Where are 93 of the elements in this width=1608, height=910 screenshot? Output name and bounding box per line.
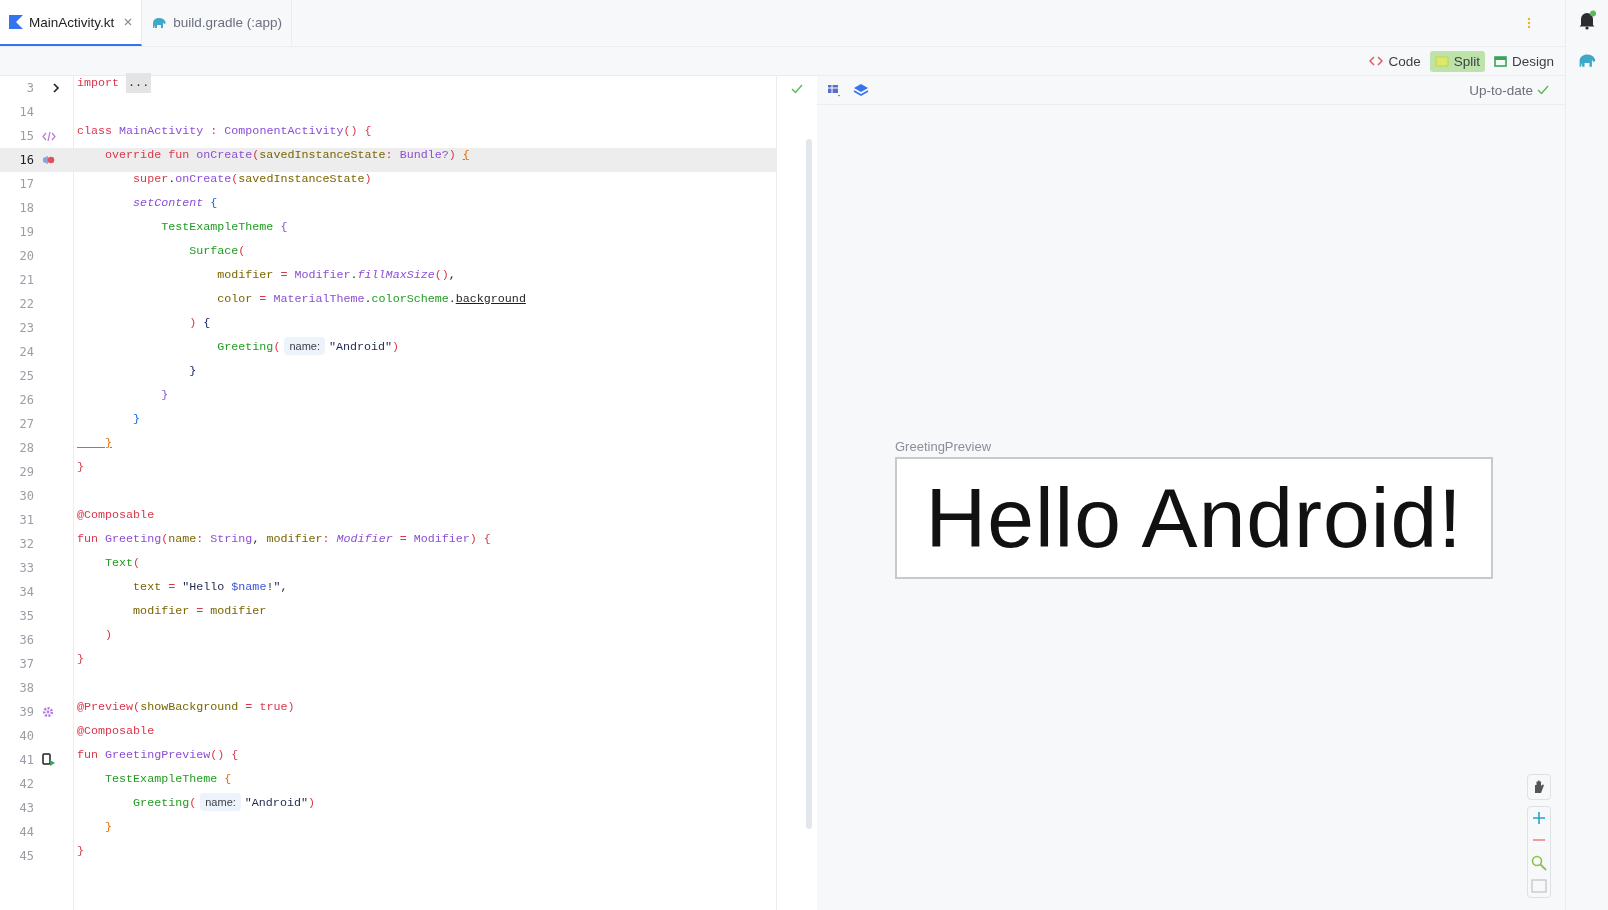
line-number: 18 bbox=[18, 201, 34, 215]
line-number: 30 bbox=[18, 489, 34, 503]
code-line: } bbox=[104, 820, 114, 836]
elephant-icon[interactable] bbox=[1577, 52, 1597, 68]
design-view-icon bbox=[1493, 55, 1507, 67]
line-number: 25 bbox=[18, 369, 34, 383]
code-line: class MainActivity : ComponentActivity() { bbox=[76, 124, 373, 140]
code-line: color = MaterialTheme.colorScheme.background bbox=[216, 292, 527, 308]
tab-label: build.gradle (:app) bbox=[173, 14, 283, 30]
grid-layout-icon[interactable] bbox=[827, 83, 841, 97]
line-number: 33 bbox=[18, 561, 34, 575]
line-number: 34 bbox=[18, 585, 34, 599]
split-view-icon bbox=[1434, 55, 1449, 67]
line-number: 41 bbox=[18, 753, 34, 767]
line-number: 24 bbox=[18, 345, 34, 359]
override-marker-icon[interactable] bbox=[42, 154, 55, 166]
code-line: } bbox=[104, 436, 114, 452]
preview-status: Up-to-date bbox=[1469, 82, 1533, 98]
kotlin-file-icon bbox=[9, 15, 23, 29]
code-line: } bbox=[132, 412, 142, 428]
zoom-to-fit-icon[interactable] bbox=[1531, 855, 1547, 871]
code-line: TestExampleTheme { bbox=[160, 220, 289, 236]
code-line: text = "Hello $name!", bbox=[132, 580, 289, 596]
line-number: 22 bbox=[18, 297, 34, 311]
code-line: Text( bbox=[104, 556, 142, 572]
code-line: fun Greeting(name: String, modifier: Modifier = Modifier) { bbox=[76, 532, 492, 548]
check-icon bbox=[1537, 85, 1549, 95]
zoom-in-icon[interactable] bbox=[1532, 811, 1546, 825]
line-number: 26 bbox=[18, 393, 34, 407]
code-line: } bbox=[76, 460, 85, 476]
editor-tab[interactable]: build.gradle (:app) bbox=[142, 0, 293, 46]
line-number: 37 bbox=[18, 657, 34, 671]
line-number: 14 bbox=[18, 105, 34, 119]
check-icon[interactable] bbox=[791, 84, 803, 94]
code-line: @Composable bbox=[76, 508, 156, 524]
line-number: 39 bbox=[18, 705, 34, 719]
line-number: 23 bbox=[18, 321, 34, 335]
line-number: 40 bbox=[18, 729, 34, 743]
code-line: modifier = Modifier.fillMaxSize(), bbox=[216, 268, 457, 284]
code-line: } bbox=[188, 364, 198, 380]
editor-tab[interactable]: MainActivity.kt bbox=[0, 0, 143, 46]
line-number: 36 bbox=[18, 633, 34, 647]
code-line: import ... bbox=[74, 76, 776, 100]
code-line: modifier = modifier bbox=[132, 604, 268, 620]
view-mode-toggle[interactable]: Code bbox=[1364, 50, 1426, 72]
close-icon[interactable] bbox=[124, 18, 133, 26]
line-number: 42 bbox=[18, 777, 34, 791]
code-line: super.onCreate(savedInstanceState) bbox=[132, 172, 373, 188]
line-number: 44 bbox=[18, 825, 34, 839]
line-number: 27 bbox=[18, 417, 34, 431]
preview-title: GreetingPreview bbox=[895, 439, 993, 454]
code-line: ) { bbox=[188, 316, 212, 332]
code-line: Greeting( name: "Android") bbox=[74, 340, 776, 364]
line-number: 19 bbox=[18, 225, 34, 239]
line-number: 29 bbox=[18, 465, 34, 479]
tab-label: MainActivity.kt bbox=[29, 14, 115, 30]
chevron-right-icon[interactable] bbox=[52, 83, 60, 93]
run-preview-icon[interactable] bbox=[42, 753, 56, 767]
code-line: setContent { bbox=[132, 196, 219, 212]
elephant-icon bbox=[151, 15, 168, 29]
scrollbar-thumb[interactable] bbox=[806, 139, 812, 829]
line-number: 21 bbox=[18, 273, 34, 287]
code-line: fun GreetingPreview() { bbox=[76, 748, 240, 764]
code-line: Surface( bbox=[188, 244, 247, 260]
code-brackets-icon bbox=[1369, 56, 1384, 66]
line-number: 43 bbox=[18, 801, 34, 815]
code-line: @Composable bbox=[76, 724, 156, 740]
line-number: 28 bbox=[18, 441, 34, 455]
line-number: 20 bbox=[18, 249, 34, 263]
line-number: 38 bbox=[18, 681, 34, 695]
code-line: } bbox=[160, 388, 170, 404]
preview-render: Hello Android! bbox=[895, 457, 1493, 579]
line-number: 31 bbox=[18, 513, 34, 527]
line-number: 15 bbox=[18, 129, 34, 143]
code-line: TestExampleTheme { bbox=[104, 772, 233, 788]
code-line: ) bbox=[104, 628, 114, 644]
gear-icon[interactable] bbox=[42, 706, 54, 718]
code-line: Greeting( name: "Android") bbox=[74, 796, 776, 820]
code-line: } bbox=[76, 844, 85, 860]
layers-icon[interactable] bbox=[853, 82, 870, 98]
bell-icon[interactable] bbox=[1577, 10, 1597, 30]
line-number: 16 bbox=[18, 153, 34, 167]
code-line: } bbox=[76, 652, 85, 668]
code-brackets-icon[interactable] bbox=[42, 130, 56, 142]
line-number: 32 bbox=[18, 537, 34, 551]
more-options-icon[interactable] bbox=[1527, 17, 1531, 29]
view-mode-toggle[interactable]: Design bbox=[1488, 50, 1559, 72]
line-number: 45 bbox=[18, 849, 34, 863]
line-number: 17 bbox=[18, 177, 34, 191]
code-line: @Preview(showBackground = true) bbox=[76, 700, 296, 716]
view-mode-toggle[interactable]: Split bbox=[1429, 50, 1485, 72]
line-number: 3 bbox=[25, 81, 34, 95]
line-number: 35 bbox=[18, 609, 34, 623]
